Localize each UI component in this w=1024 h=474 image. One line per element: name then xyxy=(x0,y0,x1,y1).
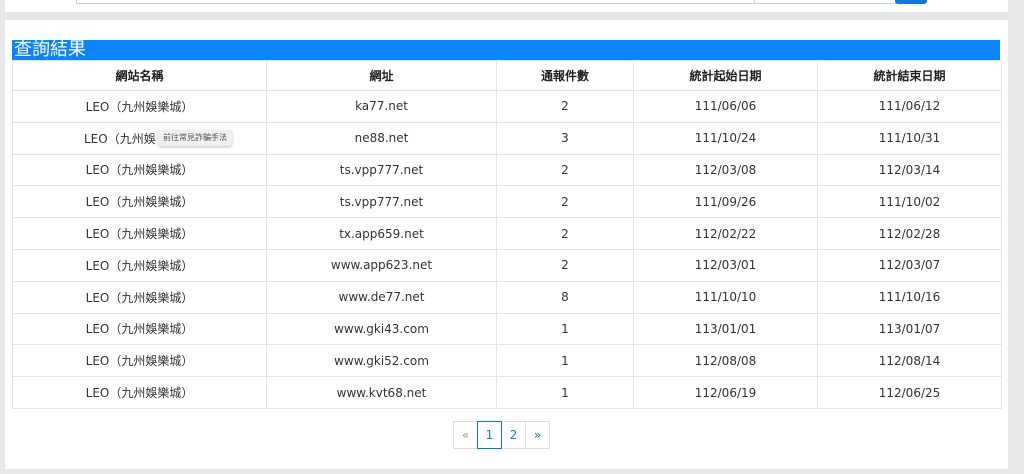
table-row: LEO（九州娛樂城） ka77.net 2 111/06/06 111/06/1… xyxy=(12,90,1002,123)
end-date-cell: 111/06/12 xyxy=(817,90,1002,123)
report-count-cell: 8 xyxy=(496,280,634,314)
end-date-cell: 113/01/07 xyxy=(817,312,1002,346)
pagination-prev-button[interactable]: « xyxy=(453,421,478,449)
site-name-cell[interactable]: LEO（九州娛樂城） xyxy=(12,248,267,282)
pagination: « 1 2 » xyxy=(453,421,550,449)
end-date-cell: 111/10/31 xyxy=(817,121,1002,155)
start-date-cell: 111/10/10 xyxy=(633,280,818,314)
url-cell: www.kvt68.net xyxy=(266,376,497,409)
table-row: LEO（九州娛樂城） ts.vpp777.net 2 112/03/08 112… xyxy=(12,153,1002,187)
report-count-cell: 1 xyxy=(496,312,634,346)
url-cell: ts.vpp777.net xyxy=(266,185,497,219)
site-name-cell[interactable]: LEO（九州娛樂城） xyxy=(12,153,267,187)
site-name-cell[interactable]: LEO（九州娛樂城） xyxy=(12,344,267,378)
site-name-cell[interactable]: LEO（九州娛樂城） xyxy=(12,217,267,250)
table-row: LEO（九州娛樂城） www.kvt68.net 1 112/06/19 112… xyxy=(12,376,1002,409)
url-cell: www.de77.net xyxy=(266,280,497,314)
url-cell: ka77.net xyxy=(266,90,497,123)
url-cell: tx.app659.net xyxy=(266,217,497,250)
url-cell: www.app623.net xyxy=(266,248,497,282)
table-row: LEO（九州娛樂城） tx.app659.net 2 112/02/22 112… xyxy=(12,217,1002,250)
url-cell: ne88.net xyxy=(266,121,497,155)
table-row: LEO（九州娛樂城） www.app623.net 2 112/03/01 11… xyxy=(12,248,1002,282)
start-date-cell: 111/09/26 xyxy=(633,185,818,219)
column-header-site-name: 網站名稱 xyxy=(12,60,267,91)
results-table: 網站名稱 網址 通報件數 統計起始日期 統計結束日期 LEO（九州娛樂城） ka… xyxy=(12,60,1002,409)
site-name-cell[interactable]: LEO（九州娛樂城） xyxy=(12,90,267,123)
url-cell: www.gki43.com xyxy=(266,312,497,346)
end-date-cell: 111/10/16 xyxy=(817,280,1002,314)
tooltip: 前往常見詐騙手法 xyxy=(158,130,232,146)
site-name-cell[interactable]: LEO（九州娛樂城） xyxy=(12,376,267,409)
report-count-cell: 1 xyxy=(496,376,634,409)
start-date-cell: 112/02/22 xyxy=(633,217,818,250)
site-name-cell[interactable]: LEO（九州娛樂城） xyxy=(12,312,267,346)
site-name-cell[interactable]: LEO（九州娛樂城） xyxy=(12,280,267,314)
table-row: LEO（九州娛樂城） www.gki43.com 1 113/01/01 113… xyxy=(12,312,1002,346)
start-date-cell: 111/06/06 xyxy=(633,90,818,123)
site-name-cell[interactable]: LEO（九州娛樂城） xyxy=(12,185,267,219)
table-header-row: 網站名稱 網址 通報件數 統計起始日期 統計結束日期 xyxy=(12,60,1002,91)
pagination-page-2[interactable]: 2 xyxy=(501,421,526,449)
report-count-cell: 2 xyxy=(496,248,634,282)
end-date-cell: 111/10/02 xyxy=(817,185,1002,219)
table-row: LEO（九州娛樂城） www.de77.net 8 111/10/10 111/… xyxy=(12,280,1002,314)
end-date-cell: 112/03/07 xyxy=(817,248,1002,282)
start-date-cell: 112/08/08 xyxy=(633,344,818,378)
column-header-end-date: 統計結束日期 xyxy=(817,60,1002,91)
url-cell: ts.vpp777.net xyxy=(266,153,497,187)
report-count-cell: 3 xyxy=(496,121,634,155)
end-date-cell: 112/03/14 xyxy=(817,153,1002,187)
end-date-cell: 112/02/28 xyxy=(817,217,1002,250)
end-date-cell: 112/06/25 xyxy=(817,376,1002,409)
search-input[interactable] xyxy=(76,0,756,4)
start-date-cell: 113/01/01 xyxy=(633,312,818,346)
search-button[interactable] xyxy=(895,0,927,4)
url-cell: www.gki52.com xyxy=(266,344,497,378)
results-title: 查詢結果 xyxy=(12,40,1000,60)
start-date-cell: 111/10/24 xyxy=(633,121,818,155)
report-count-cell: 2 xyxy=(496,90,634,123)
pagination-page-1[interactable]: 1 xyxy=(477,421,502,449)
report-count-cell: 2 xyxy=(496,217,634,250)
start-date-cell: 112/03/01 xyxy=(633,248,818,282)
start-date-cell: 112/03/08 xyxy=(633,153,818,187)
table-row: LEO（九州娛樂城） ts.vpp777.net 2 111/09/26 111… xyxy=(12,185,1002,219)
search-select[interactable] xyxy=(754,0,896,4)
column-header-report-count: 通報件數 xyxy=(496,60,634,91)
table-row: LEO（九州娛樂城） www.gki52.com 1 112/08/08 112… xyxy=(12,344,1002,378)
column-header-start-date: 統計起始日期 xyxy=(633,60,818,91)
pagination-next-button[interactable]: » xyxy=(525,421,550,449)
report-count-cell: 1 xyxy=(496,344,634,378)
end-date-cell: 112/08/14 xyxy=(817,344,1002,378)
start-date-cell: 112/06/19 xyxy=(633,376,818,409)
column-header-url: 網址 xyxy=(266,60,497,91)
report-count-cell: 2 xyxy=(496,185,634,219)
report-count-cell: 2 xyxy=(496,153,634,187)
